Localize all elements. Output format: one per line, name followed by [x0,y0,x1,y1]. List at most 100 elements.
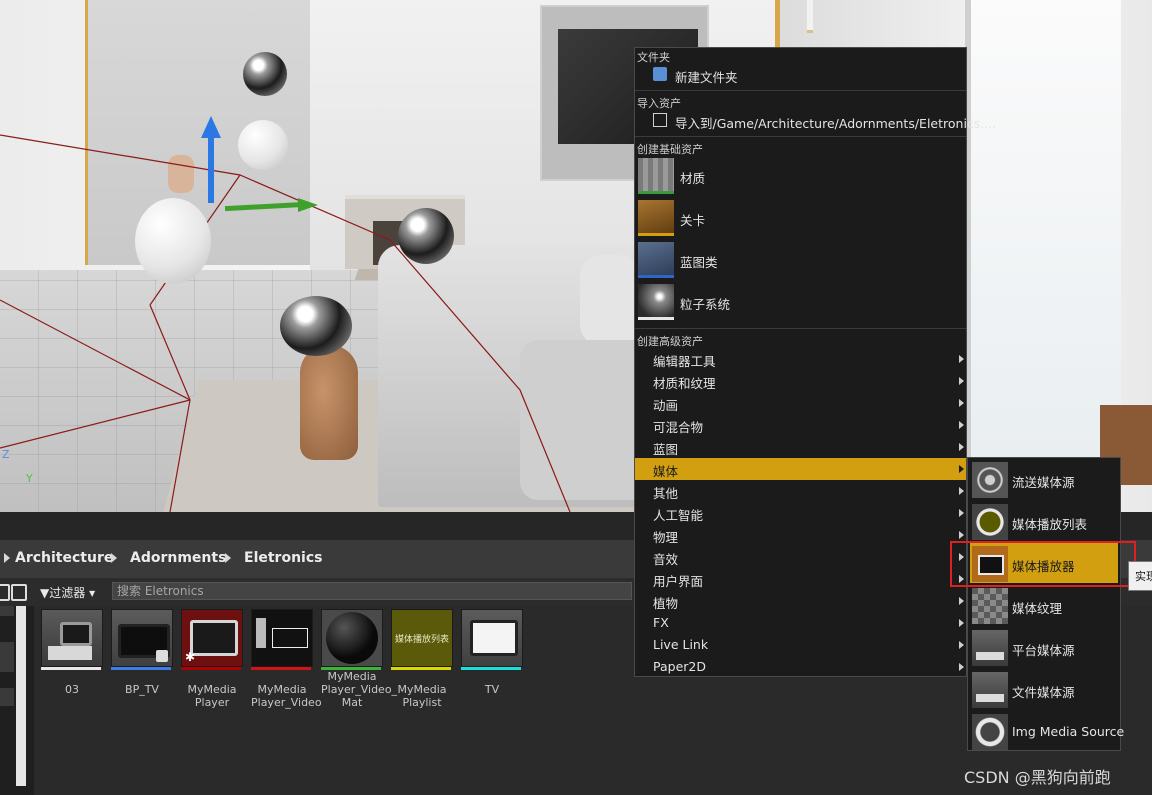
asset-tile-03[interactable]: 03 [41,609,103,696]
add-new-context-menu: 文件夹 新建文件夹 导入资产 导入到/Game/Architecture/Ado… [634,47,996,678]
gizmo-z-axis[interactable] [208,135,214,203]
menu-item-animation[interactable]: 动画 [635,392,966,414]
menu-item-label: Paper2D [653,659,706,674]
submenu-item-media-texture[interactable]: 媒体纹理 [970,585,1118,625]
particle-icon [638,284,674,320]
section-header-import: 导入资产 [637,97,681,110]
highlight-annotation-box [950,541,1136,587]
asset-type-bar [41,667,101,670]
submenu-item-file-media-source[interactable]: 文件媒体源 [970,669,1118,709]
menu-item-label: 新建文件夹 [675,70,738,85]
menu-item-label: FX [653,615,669,630]
menu-item-physics[interactable]: 物理 [635,524,966,546]
menu-item-label: 其他 [653,486,679,501]
white-sphere[interactable] [238,120,288,170]
blueprint-icon [638,242,674,278]
submenu-item-label: 媒体播放列表 [1012,517,1088,532]
axis-y-label: Y [26,472,33,485]
menu-item-import-to[interactable]: 导入到/Game/Architecture/Adornments/Eletron… [635,110,996,132]
light-probe-sphere[interactable] [135,198,211,284]
menu-item-user-interface[interactable]: 用户界面 [635,568,966,590]
menu-item-misc[interactable]: 其他 [635,480,966,502]
reflection-capture-sphere-2[interactable] [398,208,454,264]
sources-toggle-icon[interactable] [0,584,10,601]
breadcrumb-item-adornments[interactable]: Adornments [130,550,226,566]
asset-thumbnail [111,609,173,667]
menu-item-label: 用户界面 [653,574,704,589]
submenu-arrow-icon [959,663,964,671]
import-icon [653,113,667,127]
breadcrumb-arrow-icon[interactable] [225,553,231,563]
menu-item-blueprints[interactable]: 蓝图 [635,436,966,458]
submenu-item-label: Img Media Source [1012,724,1125,739]
asset-tile-mymedia-player-video-mat[interactable]: MyMedia Player_Video_ Mat [321,609,397,709]
menu-item-label: 人工智能 [653,508,704,523]
asset-name: MyMedia Player_Video [251,683,322,709]
file-media-icon [972,672,1008,708]
menu-item-media[interactable]: 媒体 [635,458,966,480]
asset-type-bar [181,667,241,670]
asset-thumbnail [321,609,383,667]
asset-thumbnail [461,609,523,667]
submenu-arrow-icon [959,465,964,473]
menu-item-fx[interactable]: FX [635,612,966,634]
menu-item-editor-tools[interactable]: 编辑器工具 [635,348,966,370]
submenu-arrow-icon [959,355,964,363]
submenu-arrow-icon [959,619,964,627]
gizmo-x-arrow-icon[interactable] [298,198,318,212]
menu-item-label: 材质 [680,171,706,186]
breadcrumb-item-eletronics[interactable]: Eletronics [244,550,322,566]
media-playlist-icon [972,504,1008,540]
reflection-capture-sphere-3[interactable] [280,296,352,356]
submenu-item-label: 流送媒体源 [1012,475,1075,490]
submenu-item-platform-media-source[interactable]: 平台媒体源 [970,627,1118,667]
asset-type-bar [461,667,521,670]
sources-scrollbar[interactable] [16,606,26,786]
search-input[interactable] [112,582,632,600]
breadcrumb-arrow-icon[interactable] [4,553,10,563]
submenu-item-img-media-source[interactable]: Img Media Source [970,711,1124,751]
menu-item-materials-textures[interactable]: 材质和纹理 [635,370,966,392]
menu-item-material[interactable]: 材质 [638,156,964,196]
menu-item-blendables[interactable]: 可混合物 [635,414,966,436]
asset-type-bar [111,667,171,670]
watermark: CSDN @黑狗向前跑 [964,768,1111,787]
asset-tile-mymedia-playlist[interactable]: 媒体播放列表 MyMedia Playlist [391,609,453,709]
menu-item-foliage[interactable]: 植物 [635,590,966,612]
menu-item-new-folder[interactable]: 新建文件夹 [635,64,966,86]
menu-item-label: 音效 [653,552,679,567]
submenu-item-media-playlist[interactable]: 媒体播放列表 [970,501,1118,541]
platform-media-icon [972,630,1008,666]
asset-tile-mymedia-player-video[interactable]: MyMedia Player_Video [251,609,322,709]
menu-item-level[interactable]: 关卡 [638,198,964,238]
asset-tile-tv[interactable]: TV [461,609,523,696]
asset-thumbnail-label: 媒体播放列表 [394,635,449,645]
reflection-capture-sphere[interactable] [243,52,287,96]
menu-item-ai[interactable]: 人工智能 [635,502,966,524]
menu-item-blueprint-class[interactable]: 蓝图类 [638,240,964,280]
asset-tile-bp-tv[interactable]: BP_TV [111,609,173,696]
material-icon [638,158,674,194]
breadcrumb-arrow-icon[interactable] [111,553,117,563]
menu-item-paper2d[interactable]: Paper2D [635,656,966,678]
menu-item-label: 可混合物 [653,420,704,435]
filter-funnel-icon: ▼ [40,586,50,600]
section-header-basic: 创建基础资产 [637,143,703,156]
gizmo-z-arrow-icon[interactable] [201,116,221,138]
menu-item-particle-system[interactable]: 粒子系统 [638,282,964,322]
asset-name: MyMedia Playlist [397,683,447,709]
filter-button[interactable]: ▼过滤器 ▾ [40,584,95,600]
submenu-arrow-icon [959,443,964,451]
filter-label: 过滤器 [49,586,86,600]
menu-item-sounds[interactable]: 音效 [635,546,966,568]
submenu-item-stream-media-source[interactable]: 流送媒体源 [970,459,1118,499]
menu-item-live-link[interactable]: Live Link [635,634,966,656]
list-view-icon[interactable] [11,584,27,601]
asset-name: MyMedia Player [187,683,237,709]
submenu-arrow-icon [959,509,964,517]
asset-tile-mymedia-player[interactable]: ✱ MyMedia Player [181,609,243,709]
menu-item-label: 植物 [653,596,679,611]
menu-item-label: 编辑器工具 [653,354,716,369]
breadcrumb-item-architecture[interactable]: Architecture [15,550,113,566]
level-viewport[interactable]: Z Y [0,0,1152,512]
